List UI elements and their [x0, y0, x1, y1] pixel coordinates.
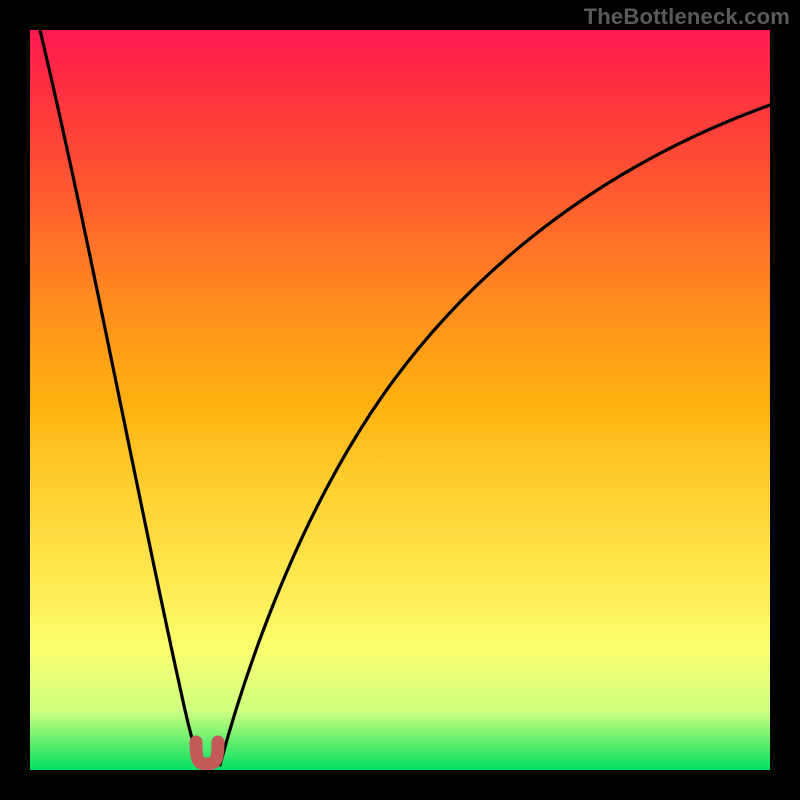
curve-right-branch — [220, 105, 770, 765]
curve-left-branch — [40, 30, 200, 765]
chart-frame: TheBottleneck.com — [0, 0, 800, 800]
watermark-text: TheBottleneck.com — [584, 4, 790, 30]
chart-svg — [30, 30, 770, 770]
plot-area — [30, 30, 770, 770]
minimum-marker — [196, 742, 218, 764]
